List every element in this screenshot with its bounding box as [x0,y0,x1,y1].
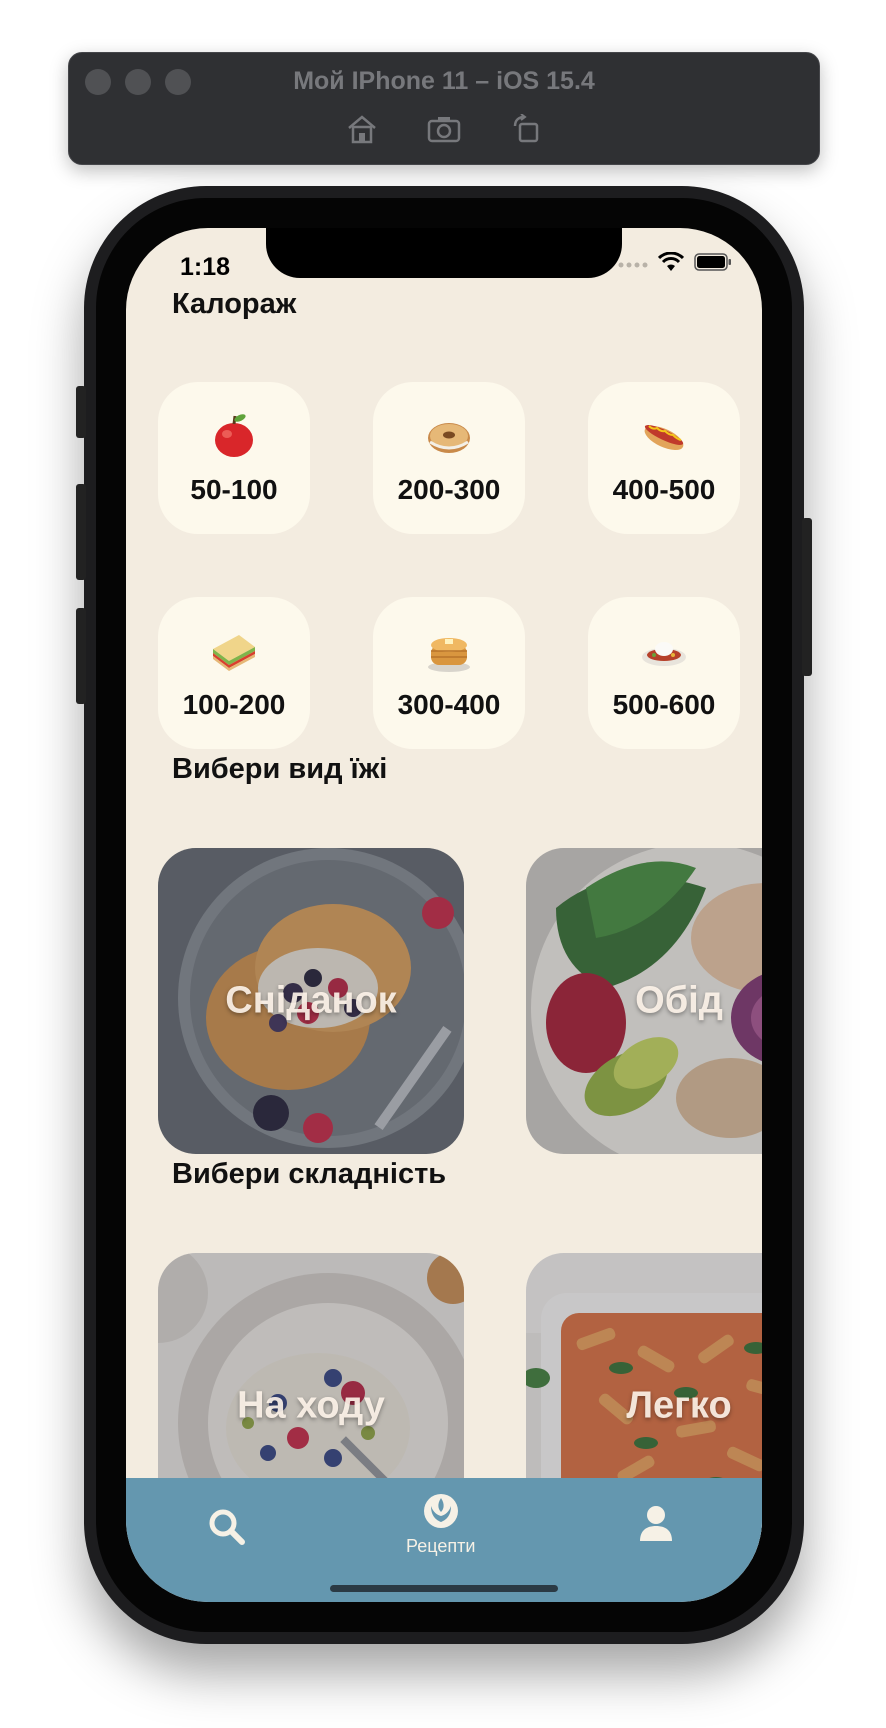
calorie-card-300-400[interactable]: 300-400 [373,597,525,749]
signal-icon [618,262,648,268]
notch [266,228,622,278]
sandwich-icon [213,635,255,671]
status-icons [618,252,732,272]
calorie-card-50-100[interactable]: 50-100 [158,382,310,534]
meal-card-lunch[interactable]: Обід [526,848,762,1154]
volume-down-button [76,608,86,704]
calorie-card-400-500[interactable]: 400-500 [588,382,740,534]
phone-screen: 1:18 Калораж 50-100 200-300 400-500 100-… [126,228,762,1602]
battery-icon [694,253,731,271]
meal-card-breakfast[interactable]: Сніданок [158,848,464,1154]
rice-bowl-icon [642,642,686,666]
apple-icon [215,414,253,457]
profile-icon [640,1506,672,1541]
mute-switch [76,386,86,438]
meal-types-title: Вибери вид їжі [172,753,388,785]
simulator-window-bar: Мой IPhone 11 – iOS 15.4 [68,52,820,165]
wifi-icon [658,252,684,271]
screenshot-icon[interactable] [426,111,462,147]
home-indicator[interactable] [330,1585,558,1592]
calorie-label: 300-400 [397,689,501,720]
difficulty-title: Вибери складність [172,1158,447,1190]
hotdog-icon [644,425,684,451]
status-time: 1:18 [180,253,231,281]
tab-recipes-label: Рецепти [406,1536,476,1556]
simulator-title: Мой IPhone 11 – iOS 15.4 [293,67,595,95]
tab-recipes[interactable]: Рецепти [406,1492,475,1557]
bagel-icon [428,423,470,453]
calorie-label: 50-100 [190,474,278,505]
difficulty-card-label: На ходу [237,1384,385,1427]
pancakes-icon [428,638,470,672]
calorie-label: 100-200 [182,689,286,720]
rebel-icon [423,1494,458,1528]
meal-card-label: Сніданок [225,979,397,1022]
calorie-label: 200-300 [397,474,501,505]
calorie-label: 400-500 [612,474,716,505]
calorie-card-100-200[interactable]: 100-200 [158,597,310,749]
volume-up-button [76,484,86,580]
difficulty-card-label: Легко [626,1384,732,1427]
calorie-card-200-300[interactable]: 200-300 [373,382,525,534]
search-icon [209,1509,245,1545]
home-icon[interactable] [344,111,380,147]
tab-profile[interactable] [638,1504,674,1542]
calories-title: Калораж [172,288,297,320]
calorie-card-500-600[interactable]: 500-600 [588,597,740,749]
power-button [802,518,812,676]
meal-card-label: Обід [635,979,723,1022]
tab-bar: Рецепти [126,1478,762,1602]
calorie-label: 500-600 [612,689,716,720]
rotate-icon[interactable] [508,111,544,147]
tab-search[interactable] [208,1508,246,1546]
